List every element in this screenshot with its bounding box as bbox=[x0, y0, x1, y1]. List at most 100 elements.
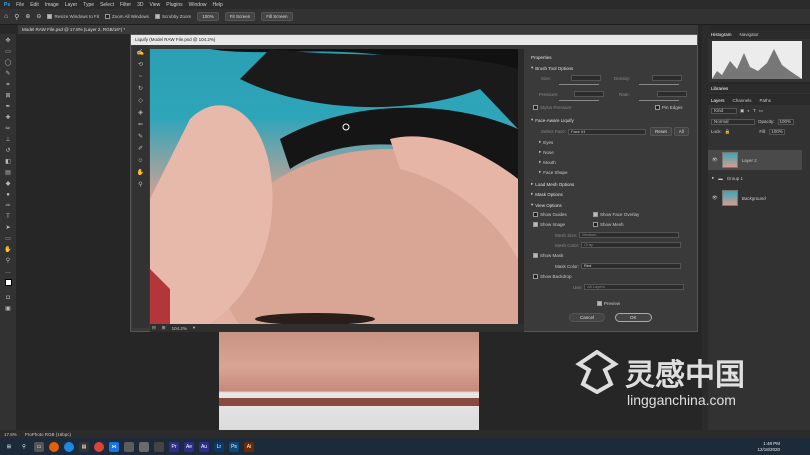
show-mesh-option[interactable]: Show Mesh bbox=[593, 222, 624, 227]
edge-icon[interactable] bbox=[64, 441, 74, 452]
tab-paths[interactable]: Paths bbox=[760, 98, 772, 103]
show-guides-checkbox[interactable] bbox=[533, 212, 538, 217]
show-mesh-checkbox[interactable] bbox=[593, 222, 598, 227]
move-tool-icon[interactable]: ✥ bbox=[4, 37, 13, 45]
quick-mask-icon[interactable]: ◘ bbox=[4, 294, 13, 302]
blur-tool-icon[interactable]: ◆ bbox=[4, 180, 13, 188]
density-slider[interactable] bbox=[639, 84, 679, 85]
smooth-tool-icon[interactable]: ~ bbox=[136, 73, 145, 81]
mesh-color-dropdown[interactable]: Gray bbox=[581, 242, 682, 248]
app-icon[interactable] bbox=[154, 441, 164, 452]
vscode-icon[interactable]: ⋈ bbox=[109, 441, 119, 452]
filter-shape-icon[interactable]: ▭ bbox=[759, 108, 763, 114]
crop-tool-icon[interactable]: ⌗ bbox=[4, 81, 13, 89]
layer-row-layer-2[interactable]: 👁 Layer 2 bbox=[708, 150, 802, 170]
zoom-in-icon[interactable]: ⊕ bbox=[25, 13, 30, 20]
menu-view[interactable]: View bbox=[150, 2, 161, 8]
status-zoom[interactable]: 17.8% bbox=[4, 432, 17, 437]
chevron-right-icon[interactable]: ▸ bbox=[712, 175, 714, 181]
type-tool-icon[interactable]: T bbox=[4, 213, 13, 221]
dodge-tool-icon[interactable]: ● bbox=[4, 191, 13, 199]
rate-field[interactable] bbox=[656, 91, 687, 97]
eraser-tool-icon[interactable]: ◧ bbox=[4, 158, 13, 166]
fit-screen-button[interactable]: Fit Screen bbox=[224, 12, 256, 21]
illustrator-icon[interactable]: Ai bbox=[244, 441, 254, 452]
liquify-hand-tool-icon[interactable]: ✋ bbox=[136, 169, 145, 177]
zoom-dropdown-icon[interactable]: ▾ bbox=[193, 325, 195, 331]
photoshop-icon[interactable]: Ps bbox=[229, 441, 239, 452]
quick-select-tool-icon[interactable]: ✎ bbox=[4, 70, 13, 78]
liquify-preview-image[interactable] bbox=[150, 49, 518, 324]
frame-tool-icon[interactable]: ⊠ bbox=[4, 92, 13, 100]
audition-icon[interactable]: Au bbox=[199, 441, 209, 452]
menu-plugins[interactable]: Plugins bbox=[166, 2, 182, 8]
menu-3d[interactable]: 3D bbox=[137, 2, 143, 8]
fill-field[interactable]: 100% bbox=[769, 129, 786, 135]
mesh-size-dropdown[interactable]: Medium bbox=[579, 232, 680, 238]
eye-icon[interactable]: 👁 bbox=[712, 195, 718, 201]
reset-button[interactable]: Reset bbox=[650, 127, 672, 136]
rectangle-tool-icon[interactable]: ▭ bbox=[4, 235, 13, 243]
show-backdrop-checkbox[interactable] bbox=[533, 274, 538, 279]
app-icon[interactable] bbox=[139, 441, 149, 452]
clone-stamp-tool-icon[interactable]: ⊥ bbox=[4, 136, 13, 144]
libraries-panel[interactable]: Libraries bbox=[708, 84, 810, 94]
stylus-pressure-option[interactable]: Stylus Pressure bbox=[533, 105, 572, 110]
liquify-zoom-tool-icon[interactable]: ⚲ bbox=[136, 181, 145, 189]
push-left-tool-icon[interactable]: ⇐ bbox=[136, 121, 145, 129]
after-effects-icon[interactable]: Ae bbox=[184, 441, 194, 452]
pen-tool-icon[interactable]: ✑ bbox=[4, 202, 13, 210]
filter-adjust-icon[interactable]: ◐ bbox=[747, 108, 750, 114]
show-mask-option[interactable]: Show Mask bbox=[533, 253, 563, 258]
preview-option[interactable]: Preview bbox=[597, 301, 620, 306]
select-face-dropdown[interactable]: Face #1 bbox=[568, 128, 647, 135]
menu-window[interactable]: Window bbox=[189, 2, 207, 8]
menu-edit[interactable]: Edit bbox=[30, 2, 39, 8]
pin-edges-checkbox[interactable] bbox=[655, 105, 660, 110]
density-field[interactable] bbox=[652, 75, 683, 81]
zoom-out-button[interactable]: ⊟ bbox=[152, 325, 156, 331]
twirl-tool-icon[interactable]: ↻ bbox=[136, 85, 145, 93]
artboard-tool-icon[interactable]: ▭ bbox=[4, 48, 13, 56]
face-aware-section[interactable]: ▾ Face-Aware Liquify bbox=[531, 117, 574, 123]
tab-channels[interactable]: Channels bbox=[733, 98, 752, 103]
chrome-icon[interactable] bbox=[94, 441, 104, 452]
clock[interactable]: 1:48 PM 12/18/2020 bbox=[757, 441, 780, 453]
lightroom-icon[interactable]: Lr bbox=[214, 441, 224, 452]
thaw-mask-tool-icon[interactable]: ✐ bbox=[136, 145, 145, 153]
show-guides-option[interactable]: Show Guides bbox=[533, 212, 567, 217]
show-image-checkbox[interactable] bbox=[533, 222, 538, 227]
fill-screen-button[interactable]: Fill Screen bbox=[261, 12, 293, 21]
hand-tool-icon[interactable]: ✋ bbox=[4, 246, 13, 254]
ps-logo-icon[interactable]: Ps bbox=[4, 2, 10, 8]
use-dropdown[interactable]: All Layers bbox=[584, 284, 685, 290]
layer-row-group-1[interactable]: ▸ ▬ Group 1 bbox=[708, 172, 802, 184]
zoom-in-button[interactable]: ⊞ bbox=[162, 325, 166, 331]
show-face-overlay-checkbox[interactable] bbox=[593, 212, 598, 217]
menu-select[interactable]: Select bbox=[100, 2, 114, 8]
search-icon[interactable]: ⚲ bbox=[19, 442, 29, 452]
freeze-mask-tool-icon[interactable]: ✎ bbox=[136, 133, 145, 141]
tab-layers[interactable]: Layers bbox=[711, 98, 725, 103]
zoom-tool-sidebar-icon[interactable]: ⚲ bbox=[4, 257, 13, 265]
menu-layer[interactable]: Layer bbox=[65, 2, 78, 8]
resize-windows-option[interactable]: Resize Windows to Fit bbox=[47, 14, 99, 19]
lasso-tool-icon[interactable]: ◯ bbox=[4, 59, 13, 67]
rate-slider[interactable] bbox=[639, 100, 679, 101]
eyes-section[interactable]: ▸ Eyes bbox=[539, 139, 553, 145]
ok-button[interactable]: OK bbox=[615, 313, 652, 322]
menu-file[interactable]: File bbox=[16, 2, 24, 8]
load-mesh-section[interactable]: ▸ Load Mesh Options bbox=[531, 181, 574, 187]
preview-vertical-scrollbar[interactable] bbox=[518, 49, 524, 324]
zoom-all-checkbox[interactable] bbox=[104, 14, 110, 19]
lock-icon[interactable]: 🔒 bbox=[725, 129, 731, 135]
nose-section[interactable]: ▸ Nose bbox=[539, 149, 554, 155]
zoom-all-option[interactable]: Zoom All Windows bbox=[104, 14, 149, 19]
zoom-out-icon[interactable]: ⊖ bbox=[36, 13, 41, 20]
premiere-icon[interactable]: Pr bbox=[169, 441, 179, 452]
view-options-section[interactable]: ▾ View Options bbox=[531, 202, 562, 208]
foreground-background-color-icon[interactable] bbox=[4, 279, 13, 291]
gradient-tool-icon[interactable]: ▤ bbox=[4, 169, 13, 177]
forward-warp-tool-icon[interactable]: ✍ bbox=[136, 49, 145, 57]
home-icon[interactable]: ⌂ bbox=[4, 13, 8, 20]
